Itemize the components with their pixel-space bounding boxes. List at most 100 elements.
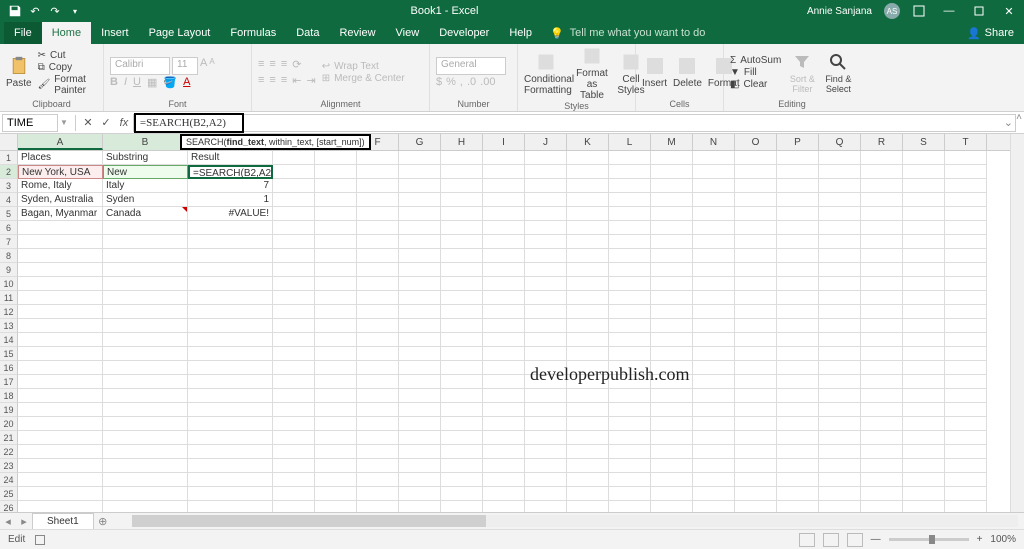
cell[interactable] bbox=[567, 291, 609, 305]
row-header[interactable]: 8 bbox=[0, 249, 18, 263]
cell[interactable] bbox=[483, 193, 525, 207]
cell[interactable] bbox=[819, 459, 861, 473]
cell[interactable] bbox=[735, 291, 777, 305]
cell[interactable] bbox=[945, 165, 987, 179]
cell[interactable] bbox=[483, 277, 525, 291]
cell[interactable] bbox=[399, 361, 441, 375]
cell[interactable] bbox=[777, 193, 819, 207]
cell[interactable] bbox=[651, 221, 693, 235]
cell[interactable] bbox=[819, 389, 861, 403]
sheet-nav-prev-icon[interactable]: ◂ bbox=[0, 515, 16, 528]
cell[interactable] bbox=[483, 249, 525, 263]
col-header-R[interactable]: R bbox=[861, 134, 903, 150]
cell[interactable] bbox=[903, 151, 945, 165]
cell[interactable] bbox=[18, 417, 103, 431]
horizontal-scrollbar[interactable] bbox=[132, 515, 1018, 527]
cell[interactable] bbox=[273, 389, 315, 403]
cell[interactable] bbox=[103, 473, 188, 487]
cell[interactable] bbox=[819, 207, 861, 221]
cell[interactable] bbox=[735, 501, 777, 512]
cell[interactable] bbox=[693, 165, 735, 179]
cell[interactable] bbox=[273, 501, 315, 512]
cell[interactable] bbox=[441, 445, 483, 459]
cell[interactable] bbox=[483, 389, 525, 403]
row-header[interactable]: 15 bbox=[0, 347, 18, 361]
cell[interactable] bbox=[735, 473, 777, 487]
name-box-dropdown-icon[interactable]: ▼ bbox=[60, 118, 68, 127]
cell[interactable] bbox=[609, 445, 651, 459]
cell[interactable] bbox=[777, 333, 819, 347]
decimal-decrease-icon[interactable]: .00 bbox=[480, 76, 495, 88]
cell[interactable] bbox=[525, 179, 567, 193]
cell[interactable] bbox=[357, 221, 399, 235]
wrap-text-button[interactable]: ↩Wrap Text bbox=[322, 61, 405, 72]
cell[interactable] bbox=[567, 347, 609, 361]
cell[interactable] bbox=[819, 445, 861, 459]
cell[interactable] bbox=[903, 291, 945, 305]
cell[interactable] bbox=[945, 473, 987, 487]
cell[interactable] bbox=[945, 305, 987, 319]
tell-me-search[interactable]: 💡 Tell me what you want to do bbox=[550, 27, 705, 40]
cell[interactable] bbox=[903, 207, 945, 221]
align-right-icon[interactable]: ≡ bbox=[281, 74, 287, 87]
cell[interactable] bbox=[315, 487, 357, 501]
cell[interactable] bbox=[357, 207, 399, 221]
cell[interactable] bbox=[693, 221, 735, 235]
fill-color-button[interactable]: 🪣 bbox=[163, 76, 177, 89]
cell[interactable] bbox=[819, 179, 861, 193]
percent-icon[interactable]: % bbox=[446, 76, 456, 88]
cell[interactable] bbox=[609, 291, 651, 305]
cell[interactable] bbox=[103, 501, 188, 512]
cell[interactable] bbox=[399, 389, 441, 403]
cell[interactable] bbox=[441, 389, 483, 403]
cell[interactable] bbox=[483, 179, 525, 193]
cell[interactable] bbox=[777, 417, 819, 431]
cell[interactable]: New York, USA bbox=[18, 165, 103, 179]
cell[interactable] bbox=[861, 375, 903, 389]
cell[interactable] bbox=[609, 235, 651, 249]
cell[interactable] bbox=[357, 361, 399, 375]
cell[interactable] bbox=[441, 305, 483, 319]
cell[interactable] bbox=[777, 389, 819, 403]
cell[interactable] bbox=[861, 501, 903, 512]
paste-button[interactable]: Paste bbox=[6, 56, 32, 89]
cell[interactable] bbox=[188, 417, 273, 431]
cell[interactable] bbox=[819, 333, 861, 347]
cell[interactable] bbox=[693, 291, 735, 305]
tab-review[interactable]: Review bbox=[329, 22, 385, 44]
cell[interactable] bbox=[693, 151, 735, 165]
cell[interactable] bbox=[609, 473, 651, 487]
cell[interactable] bbox=[819, 249, 861, 263]
cell[interactable] bbox=[188, 389, 273, 403]
cell[interactable] bbox=[609, 501, 651, 512]
cell[interactable] bbox=[567, 165, 609, 179]
row-header[interactable]: 23 bbox=[0, 459, 18, 473]
cell[interactable] bbox=[483, 431, 525, 445]
cell[interactable] bbox=[567, 431, 609, 445]
cell[interactable] bbox=[483, 501, 525, 512]
cell[interactable] bbox=[188, 375, 273, 389]
cell[interactable] bbox=[819, 151, 861, 165]
cell[interactable] bbox=[861, 235, 903, 249]
cell[interactable] bbox=[188, 487, 273, 501]
cell[interactable] bbox=[945, 347, 987, 361]
cell[interactable] bbox=[693, 249, 735, 263]
row-header[interactable]: 14 bbox=[0, 333, 18, 347]
cell[interactable] bbox=[903, 361, 945, 375]
cell[interactable] bbox=[945, 319, 987, 333]
cell[interactable] bbox=[273, 249, 315, 263]
cell[interactable] bbox=[693, 459, 735, 473]
cell[interactable] bbox=[735, 375, 777, 389]
row-header[interactable]: 24 bbox=[0, 473, 18, 487]
cell[interactable] bbox=[315, 347, 357, 361]
cell[interactable] bbox=[188, 263, 273, 277]
cell[interactable] bbox=[735, 193, 777, 207]
cell[interactable] bbox=[483, 263, 525, 277]
cell[interactable] bbox=[18, 459, 103, 473]
cell[interactable] bbox=[945, 291, 987, 305]
row-header[interactable]: 26 bbox=[0, 501, 18, 512]
tab-insert[interactable]: Insert bbox=[91, 22, 139, 44]
cell[interactable] bbox=[188, 221, 273, 235]
cell[interactable] bbox=[819, 403, 861, 417]
cell[interactable] bbox=[819, 487, 861, 501]
